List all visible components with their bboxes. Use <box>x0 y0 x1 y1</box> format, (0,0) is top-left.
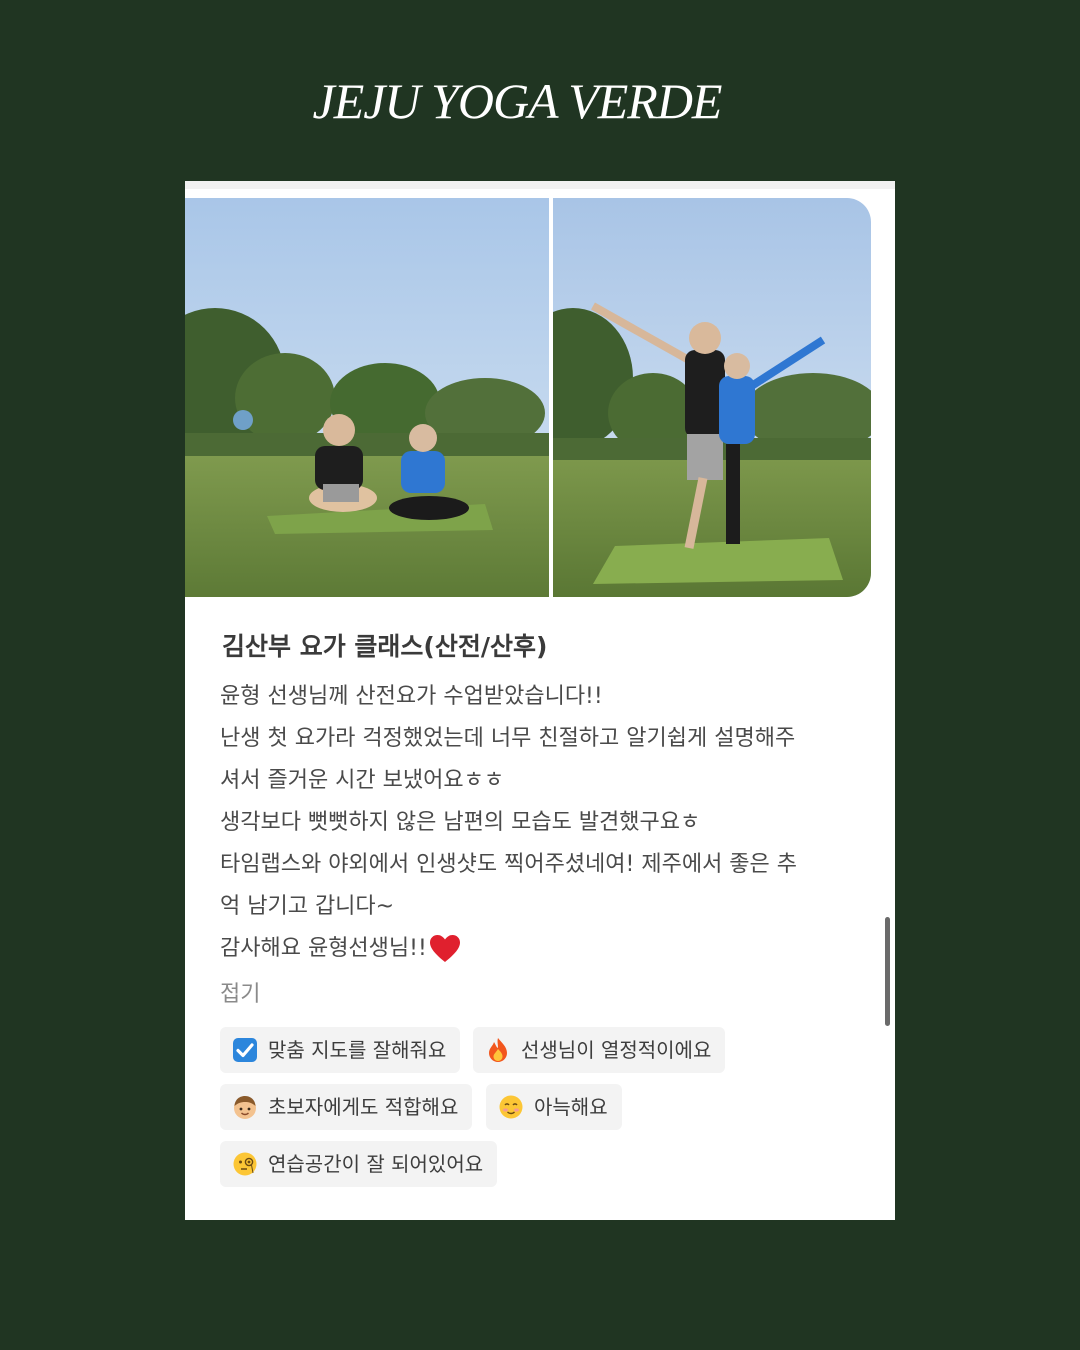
tag-chip[interactable]: 초보자에게도 적합해요 <box>220 1084 473 1130</box>
tag-label: 연습공간이 잘 되어있어요 <box>268 1152 484 1176</box>
review-line: 윤형 선생님께 산전요가 수업받았습니다!! <box>220 684 603 709</box>
card-top-divider <box>185 181 895 189</box>
tag-chip[interactable]: 맞춤 지도를 잘해줘요 <box>220 1027 461 1073</box>
review-line-last: 감사해요 윤형선생님!! <box>220 928 870 970</box>
tag-chip[interactable]: 아늑해요 <box>486 1084 622 1130</box>
review-photo-meditation[interactable] <box>185 198 549 597</box>
review-line: 억 남기고 갑니다~ <box>220 894 395 919</box>
review-line: 생각보다 뻣뻣하지 않은 남편의 모습도 발견했구요ㅎ <box>220 810 701 835</box>
tag-label: 선생님이 열정적이에요 <box>521 1038 712 1062</box>
review-line: 타임랩스와 야외에서 인생샷도 찍어주셨네여! 제주에서 좋은 추 <box>220 852 798 877</box>
review-photos <box>185 198 871 597</box>
review-card: 김산부 요가 클래스(산전/산후) 윤형 선생님께 산전요가 수업받았습니다!!… <box>185 181 895 1220</box>
heart-icon <box>429 935 460 962</box>
fire-icon <box>489 1037 507 1062</box>
fold-button[interactable]: 접기 <box>220 974 260 1016</box>
review-photo-tree-pose[interactable] <box>553 198 871 597</box>
tag-label: 맞춤 지도를 잘해줘요 <box>268 1038 447 1062</box>
monocle-face-icon <box>233 1152 257 1175</box>
tag-chip[interactable]: 선생님이 열정적이에요 <box>473 1027 726 1073</box>
tag-chip[interactable]: 연습공간이 잘 되어있어요 <box>220 1141 498 1187</box>
tag-label: 아늑해요 <box>534 1095 608 1119</box>
review-body: 윤형 선생님께 산전요가 수업받았습니다!! 난생 첫 요가라 걱정했었는데 너… <box>220 676 870 970</box>
brand-title: JEJU YOGA VERDE <box>312 73 723 129</box>
review-line: 셔서 즐거운 시간 보냈어요ㅎㅎ <box>220 768 505 793</box>
review-line: 난생 첫 요가라 걱정했었는데 너무 친절하고 알기쉽게 설명해주 <box>220 726 796 751</box>
scrollbar-thumb[interactable] <box>885 917 890 1026</box>
check-box-icon <box>233 1037 257 1062</box>
review-title: 김산부 요가 클래스(산전/산후) <box>222 632 548 661</box>
review-line-text: 감사해요 윤형선생님!! <box>220 936 427 961</box>
tag-label: 초보자에게도 적합해요 <box>268 1095 459 1119</box>
smiling-face-icon <box>499 1095 523 1118</box>
child-face-icon <box>234 1095 256 1119</box>
